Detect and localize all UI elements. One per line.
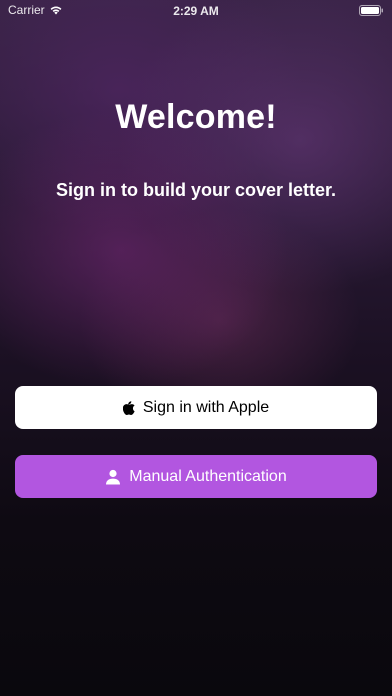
- person-icon: [105, 469, 121, 485]
- status-time: 2:29 AM: [173, 4, 219, 18]
- apple-logo-icon: [122, 400, 135, 415]
- manual-button-label: Manual Authentication: [129, 467, 287, 485]
- sign-in-with-apple-button[interactable]: Sign in with Apple: [15, 386, 377, 429]
- welcome-title: Welcome!: [115, 98, 277, 136]
- welcome-subtitle: Sign in to build your cover letter.: [55, 180, 337, 200]
- status-bar: Carrier 2:29 AM: [0, 0, 392, 20]
- apple-button-label: Sign in with Apple: [142, 398, 270, 416]
- sign-in-screen: Carrier 2:29 AM Welcome! Sign in to buil…: [0, 0, 392, 696]
- manual-authentication-button[interactable]: Manual Authentication: [15, 455, 377, 498]
